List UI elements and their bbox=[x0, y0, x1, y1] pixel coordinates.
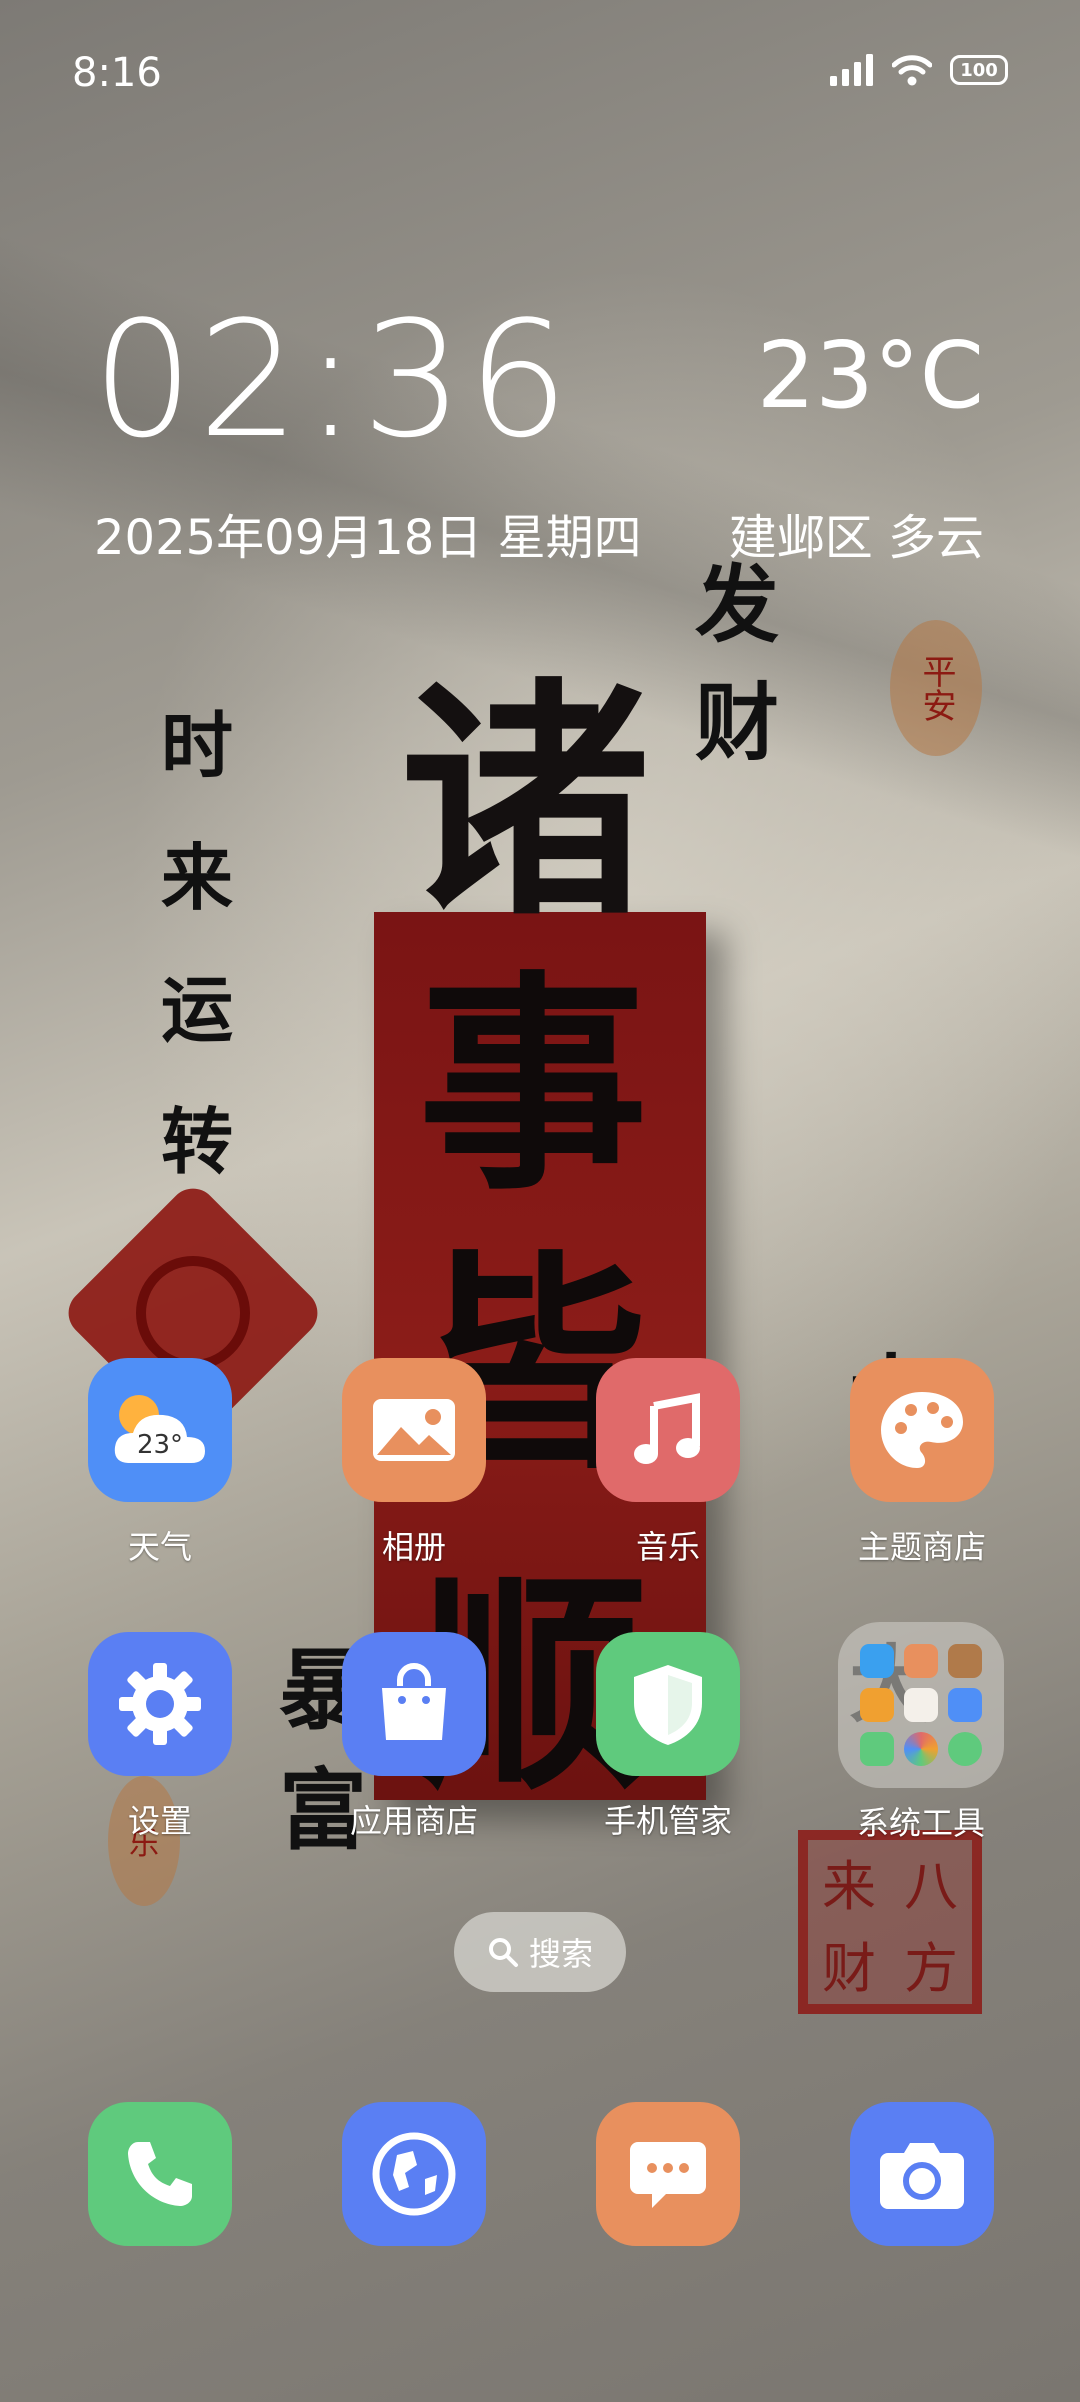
cellular-signal-icon bbox=[830, 54, 873, 86]
browser-icon[interactable] bbox=[342, 2102, 486, 2246]
folder-mini-app-icon bbox=[860, 1688, 894, 1722]
folder-mini-app-icon bbox=[860, 1732, 894, 1766]
search-icon bbox=[488, 1938, 518, 1967]
weather-icon-badge: 23° bbox=[136, 1430, 184, 1460]
gear-icon[interactable] bbox=[88, 1632, 232, 1776]
left-char: 来 bbox=[160, 835, 233, 920]
app-label: 天气 bbox=[127, 1528, 192, 1566]
app-label: 设置 bbox=[127, 1802, 192, 1840]
left-char: 时 bbox=[160, 703, 233, 788]
app-music[interactable]: 音乐 bbox=[596, 1358, 740, 1568]
gallery-icon[interactable] bbox=[342, 1358, 486, 1502]
square-seal-char: 八 bbox=[904, 1854, 958, 1918]
shield-shape-icon bbox=[634, 1665, 702, 1745]
app-app-store[interactable]: 应用商店 bbox=[342, 1632, 486, 1842]
right-char: 发 bbox=[694, 555, 779, 654]
square-seal: 来 八 财 方 bbox=[798, 1830, 982, 2014]
folder-mini-app-icon bbox=[948, 1644, 982, 1678]
status-icons: 100 bbox=[830, 54, 1008, 86]
music-icon[interactable] bbox=[596, 1358, 740, 1502]
app-label: 系统工具 bbox=[856, 1804, 985, 1842]
phone-icon[interactable] bbox=[88, 2102, 232, 2246]
folder-mini-app-icon bbox=[904, 1644, 938, 1678]
camera-shape-icon bbox=[880, 2143, 964, 2209]
folder-mini-app-icon bbox=[948, 1732, 982, 1766]
palette-shape-icon bbox=[881, 1392, 963, 1468]
seal-ping-an: 平安 bbox=[890, 620, 982, 756]
clock-date: 2025年09月18日 星期四 bbox=[94, 510, 642, 566]
palette-icon[interactable] bbox=[850, 1358, 994, 1502]
right-char: 财 bbox=[694, 673, 779, 772]
picture-icon bbox=[373, 1399, 455, 1461]
app-label: 应用商店 bbox=[349, 1802, 478, 1840]
camera-icon[interactable] bbox=[850, 2102, 994, 2246]
app-label: 主题商店 bbox=[857, 1528, 986, 1566]
status-time: 8:16 bbox=[72, 50, 162, 96]
app-gallery[interactable]: 相册 bbox=[342, 1358, 486, 1568]
seal-text: 平安 bbox=[916, 654, 956, 722]
phone-handset-icon bbox=[128, 2142, 192, 2206]
shield-icon[interactable] bbox=[596, 1632, 740, 1776]
folder-icon[interactable] bbox=[838, 1622, 1004, 1788]
app-phone-manager[interactable]: 手机管家 bbox=[596, 1632, 740, 1842]
square-seal-char: 财 bbox=[822, 1936, 876, 2000]
app-label: 相册 bbox=[381, 1528, 446, 1566]
music-note-icon bbox=[634, 1393, 700, 1464]
app-weather[interactable]: 23° 天气 bbox=[88, 1358, 232, 1568]
folder-system-tools[interactable]: 系统工具 bbox=[838, 1622, 1004, 1844]
messages-icon[interactable] bbox=[596, 2102, 740, 2246]
folder-mini-app-icon bbox=[860, 1644, 894, 1678]
shopping-bag-icon[interactable] bbox=[342, 1632, 486, 1776]
folder-mini-app-icon bbox=[904, 1688, 938, 1722]
folder-mini-app-icon bbox=[904, 1732, 938, 1766]
search-button[interactable]: 搜索 bbox=[454, 1912, 626, 1992]
square-seal-char: 方 bbox=[904, 1936, 958, 2000]
weather-temperature[interactable]: 23°C bbox=[757, 330, 984, 422]
app-settings[interactable]: 设置 bbox=[88, 1632, 232, 1842]
clock-time[interactable]: 02:36 bbox=[92, 300, 573, 460]
chat-bubble-icon bbox=[630, 2142, 706, 2208]
bag-shape-icon bbox=[382, 1663, 446, 1740]
gear-shape-icon bbox=[119, 1663, 201, 1745]
chinese-knot-center bbox=[136, 1256, 250, 1370]
square-seal-char: 来 bbox=[822, 1854, 876, 1918]
app-label: 手机管家 bbox=[603, 1802, 732, 1840]
left-char: 运 bbox=[160, 967, 233, 1052]
app-label: 音乐 bbox=[635, 1528, 700, 1566]
globe-icon bbox=[372, 2132, 456, 2216]
calligraphy-left-column: 时 来 运 转 bbox=[152, 680, 242, 1208]
search-label: 搜索 bbox=[528, 1935, 593, 1973]
battery-icon: 100 bbox=[950, 55, 1008, 85]
wifi-icon bbox=[892, 55, 932, 86]
calligraphy-right-top: 发 财 bbox=[692, 546, 782, 782]
folder-mini-app-icon bbox=[948, 1688, 982, 1722]
app-theme-store[interactable]: 主题商店 bbox=[850, 1358, 994, 1568]
status-bar: 8:16 100 bbox=[0, 0, 1080, 150]
